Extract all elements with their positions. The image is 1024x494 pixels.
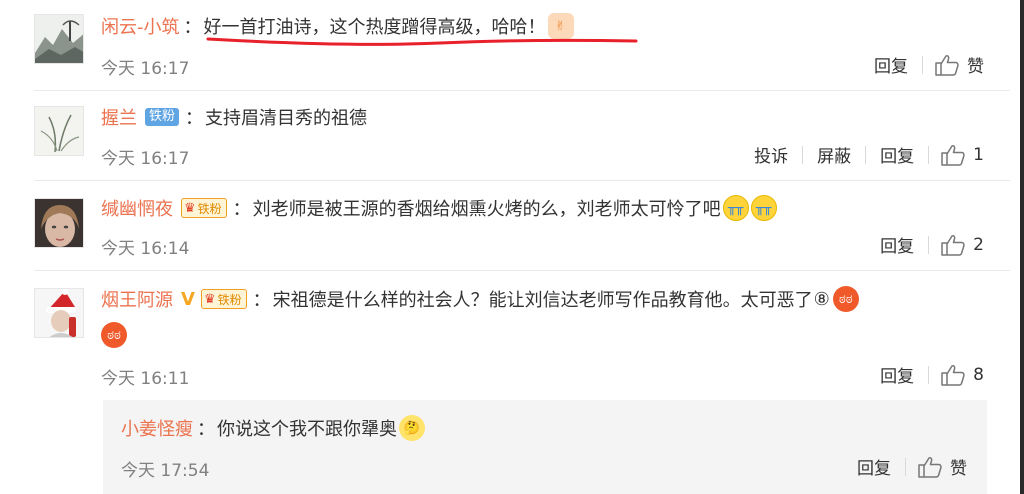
comment-time: 今天 16:11 [101, 369, 190, 389]
thumbs-up-icon [918, 456, 942, 478]
thumbs-up-icon [941, 234, 965, 256]
like-count: 1 [973, 144, 984, 165]
crown-icon: ♛ [203, 291, 216, 307]
comment-item: 闲云-小筑 ： 好一首打油诗，这个热度蹭得高级，哈哈！ ✌ 今天 16:17 回… [0, 0, 1010, 90]
comment-text: 刘老师是被王源的香烟给烟熏火烤的么，刘老师太可怜了吧 [252, 199, 721, 220]
comment-item: 烟王阿源 V ♛ 铁粉 ： 宋祖德是什么样的社会人？能让刘信达老师写作品教育他。… [0, 270, 1010, 400]
window-edge [1020, 0, 1024, 494]
comment-time: 今天 16:17 [101, 149, 190, 169]
like-button[interactable]: 赞 [923, 52, 984, 77]
reply-actions: 回复 赞 [843, 454, 967, 479]
reply-button[interactable]: 回复 [843, 454, 905, 479]
fan-badge[interactable]: ♛ 铁粉 [200, 289, 247, 309]
colon: ： [185, 108, 204, 129]
fan-badge[interactable]: ♛ 铁粉 [181, 198, 227, 218]
angry-face-icon: ಠಠ [101, 322, 127, 348]
crown-icon: ♛ [184, 200, 196, 216]
avatar[interactable] [34, 198, 84, 248]
reply-username-link[interactable]: 小姜怪瘦 [121, 415, 193, 441]
avatar[interactable] [34, 288, 84, 338]
like-count: 2 [973, 234, 984, 255]
username-link[interactable]: 烟王阿源 [101, 286, 173, 312]
block-button[interactable]: 屏蔽 [803, 142, 865, 167]
thumbs-up-icon [935, 54, 959, 76]
like-button[interactable]: 2 [929, 234, 984, 256]
username-link[interactable]: 缄幽惘夜 [101, 195, 173, 221]
crying-face-icon: ╥╥ [750, 195, 777, 221]
reply-button[interactable]: 回复 [866, 142, 928, 167]
like-count: 8 [973, 364, 984, 385]
comment-actions: 回复 赞 [860, 52, 984, 77]
like-label: 赞 [967, 57, 984, 77]
like-button[interactable]: 赞 [906, 454, 967, 479]
colon: ： [183, 17, 202, 38]
thumbs-up-icon [941, 364, 965, 386]
like-button[interactable]: 1 [929, 144, 984, 166]
report-button[interactable]: 投诉 [740, 142, 802, 167]
comment-text: 宋祖德是什么样的社会人？能让刘信达老师写作品教育他。太可恶了 [272, 290, 813, 311]
reply-button[interactable]: 回复 [866, 362, 928, 387]
like-label: 赞 [950, 459, 967, 479]
comment-time: 今天 16:14 [101, 239, 190, 259]
comment-item: 缄幽惘夜 ♛ 铁粉 ： 刘老师是被王源的香烟给烟熏火烤的么，刘老师太可怜了吧 ╥… [0, 180, 1010, 270]
username-link[interactable]: 握兰 [101, 104, 137, 130]
like-button[interactable]: 8 [929, 364, 984, 386]
comment-actions: 投诉 屏蔽 回复 1 [740, 142, 984, 168]
thumbs-up-icon [941, 144, 965, 166]
angry-face-icon: ಠಠ [832, 286, 859, 312]
reply-time: 今天 17:54 [121, 461, 210, 481]
colon: ： [232, 199, 251, 220]
colon: ： [252, 290, 271, 311]
avatar[interactable] [34, 106, 84, 156]
crying-face-icon: ╥╥ [722, 195, 749, 221]
comment-actions: 回复 2 [866, 232, 984, 258]
verified-v-icon: V [181, 288, 195, 310]
fan-badge-label: 铁粉 [217, 292, 242, 307]
reply-thread: 小姜怪瘦 ： 你说这个我不跟你犟奥 🤔 今天 17:54 回复 赞 [103, 400, 987, 494]
colon: ： [197, 419, 215, 440]
comment-actions: 回复 8 [866, 362, 984, 388]
circled-number: ⑧ [813, 288, 830, 310]
reply-button[interactable]: 回复 [860, 52, 922, 77]
fan-badge-label: 铁粉 [197, 201, 222, 216]
reply-text: 你说这个我不跟你犟奥 [217, 419, 397, 440]
reply-button[interactable]: 回复 [866, 232, 928, 257]
comment-time: 今天 16:17 [101, 59, 190, 79]
username-link[interactable]: 闲云-小筑 [101, 13, 180, 39]
comment-item: 握兰 铁粉 ： 支持眉清目秀的祖德 今天 16:17 投诉 屏蔽 回复 1 [0, 90, 1010, 180]
avatar[interactable] [34, 14, 84, 64]
red-underline-annotation [206, 37, 638, 46]
comment-text: 支持眉清目秀的祖德 [205, 108, 368, 129]
thinking-face-icon: 🤔 [399, 415, 425, 441]
fan-badge[interactable]: 铁粉 [145, 108, 180, 126]
